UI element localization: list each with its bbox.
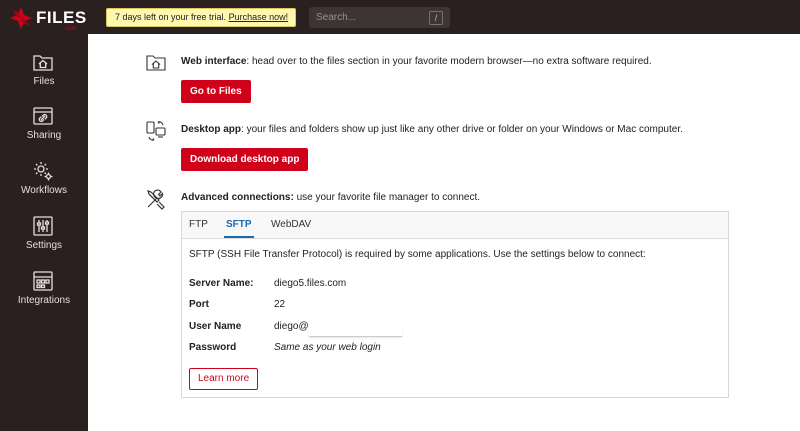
desktop-app-icon [146, 121, 166, 141]
tab-sftp[interactable]: SFTP [226, 219, 252, 230]
desktop-app-desc: : your files and folders show up just li… [241, 124, 683, 135]
download-desktop-app-button[interactable]: Download desktop app [181, 148, 309, 171]
sidebar-item-integrations[interactable]: Integrations [0, 261, 88, 313]
sidebar-item-label: Settings [25, 240, 63, 251]
sidebar-item-label: Sharing [26, 130, 62, 141]
desktop-app-title: Desktop app [181, 124, 242, 135]
password-label: Password [189, 342, 237, 353]
top-bar: FILES com 7 days left on your free trial… [0, 0, 800, 34]
sidebar-item-label: Integrations [17, 295, 71, 306]
tools-icon [147, 189, 165, 210]
sidebar-item-settings[interactable]: Settings [0, 206, 88, 258]
user-name-value: diego@ [274, 321, 309, 332]
connection-settings-panel: FTP SFTP WebDAV SFTP (SSH File Transfer … [181, 211, 729, 398]
sidebar-item-label: Workflows [21, 185, 67, 196]
desktop-app-text: Desktop app: your files and folders show… [181, 124, 683, 135]
advanced-connections-desc: use your favorite file manager to connec… [293, 192, 481, 203]
port-label: Port [189, 299, 209, 310]
workflows-icon [34, 162, 53, 181]
protocol-tabs: FTP SFTP WebDAV [182, 212, 728, 239]
files-logo[interactable]: FILES com [10, 5, 94, 32]
search-input[interactable] [316, 10, 426, 25]
sftp-description: SFTP (SSH File Transfer Protocol) is req… [189, 249, 646, 260]
password-value: Same as your web login [274, 342, 381, 353]
integrations-icon [33, 271, 53, 291]
server-name-label: Server Name: [189, 278, 254, 289]
sidebar-item-sharing[interactable]: Sharing [0, 96, 88, 148]
advanced-connections-title: Advanced connections: [181, 192, 294, 203]
web-interface-desc: : head over to the files section in your… [246, 56, 652, 67]
search-shortcut-badge: / [429, 11, 443, 25]
web-interface-title: Web interface [181, 56, 247, 67]
tab-webdav[interactable]: WebDAV [271, 219, 311, 230]
learn-more-button[interactable]: Learn more [189, 368, 259, 390]
port-value: 22 [274, 299, 286, 310]
sidebar-item-label: Files [33, 76, 55, 87]
sidebar-item-workflows[interactable]: Workflows [0, 151, 88, 203]
web-interface-text: Web interface: head over to the files se… [181, 56, 652, 67]
trial-banner: 7 days left on your free trial. Purchase… [106, 8, 296, 27]
tab-ftp[interactable]: FTP [189, 219, 208, 230]
trial-text: 7 days left on your free trial. [115, 12, 227, 22]
logo-subtext: com [65, 26, 77, 32]
sidebar: Files Sharing Workflows Settings Integra… [0, 34, 88, 431]
go-to-files-button[interactable]: Go to Files [181, 80, 251, 103]
files-icon [33, 55, 53, 71]
user-name-label: User Name [189, 321, 242, 332]
web-interface-icon [146, 55, 166, 71]
active-tab-indicator [224, 236, 254, 238]
logo-wordmark: FILES [36, 8, 87, 27]
sidebar-item-files[interactable]: Files [0, 42, 88, 94]
redacted-username [309, 328, 402, 337]
settings-icon [33, 216, 53, 236]
advanced-connections-text: Advanced connections: use your favorite … [181, 192, 480, 203]
logo-mark-icon [10, 7, 32, 29]
server-name-value: diego5.files.com [274, 278, 347, 289]
purchase-now-link[interactable]: Purchase now! [229, 12, 289, 22]
sharing-icon [33, 107, 53, 125]
